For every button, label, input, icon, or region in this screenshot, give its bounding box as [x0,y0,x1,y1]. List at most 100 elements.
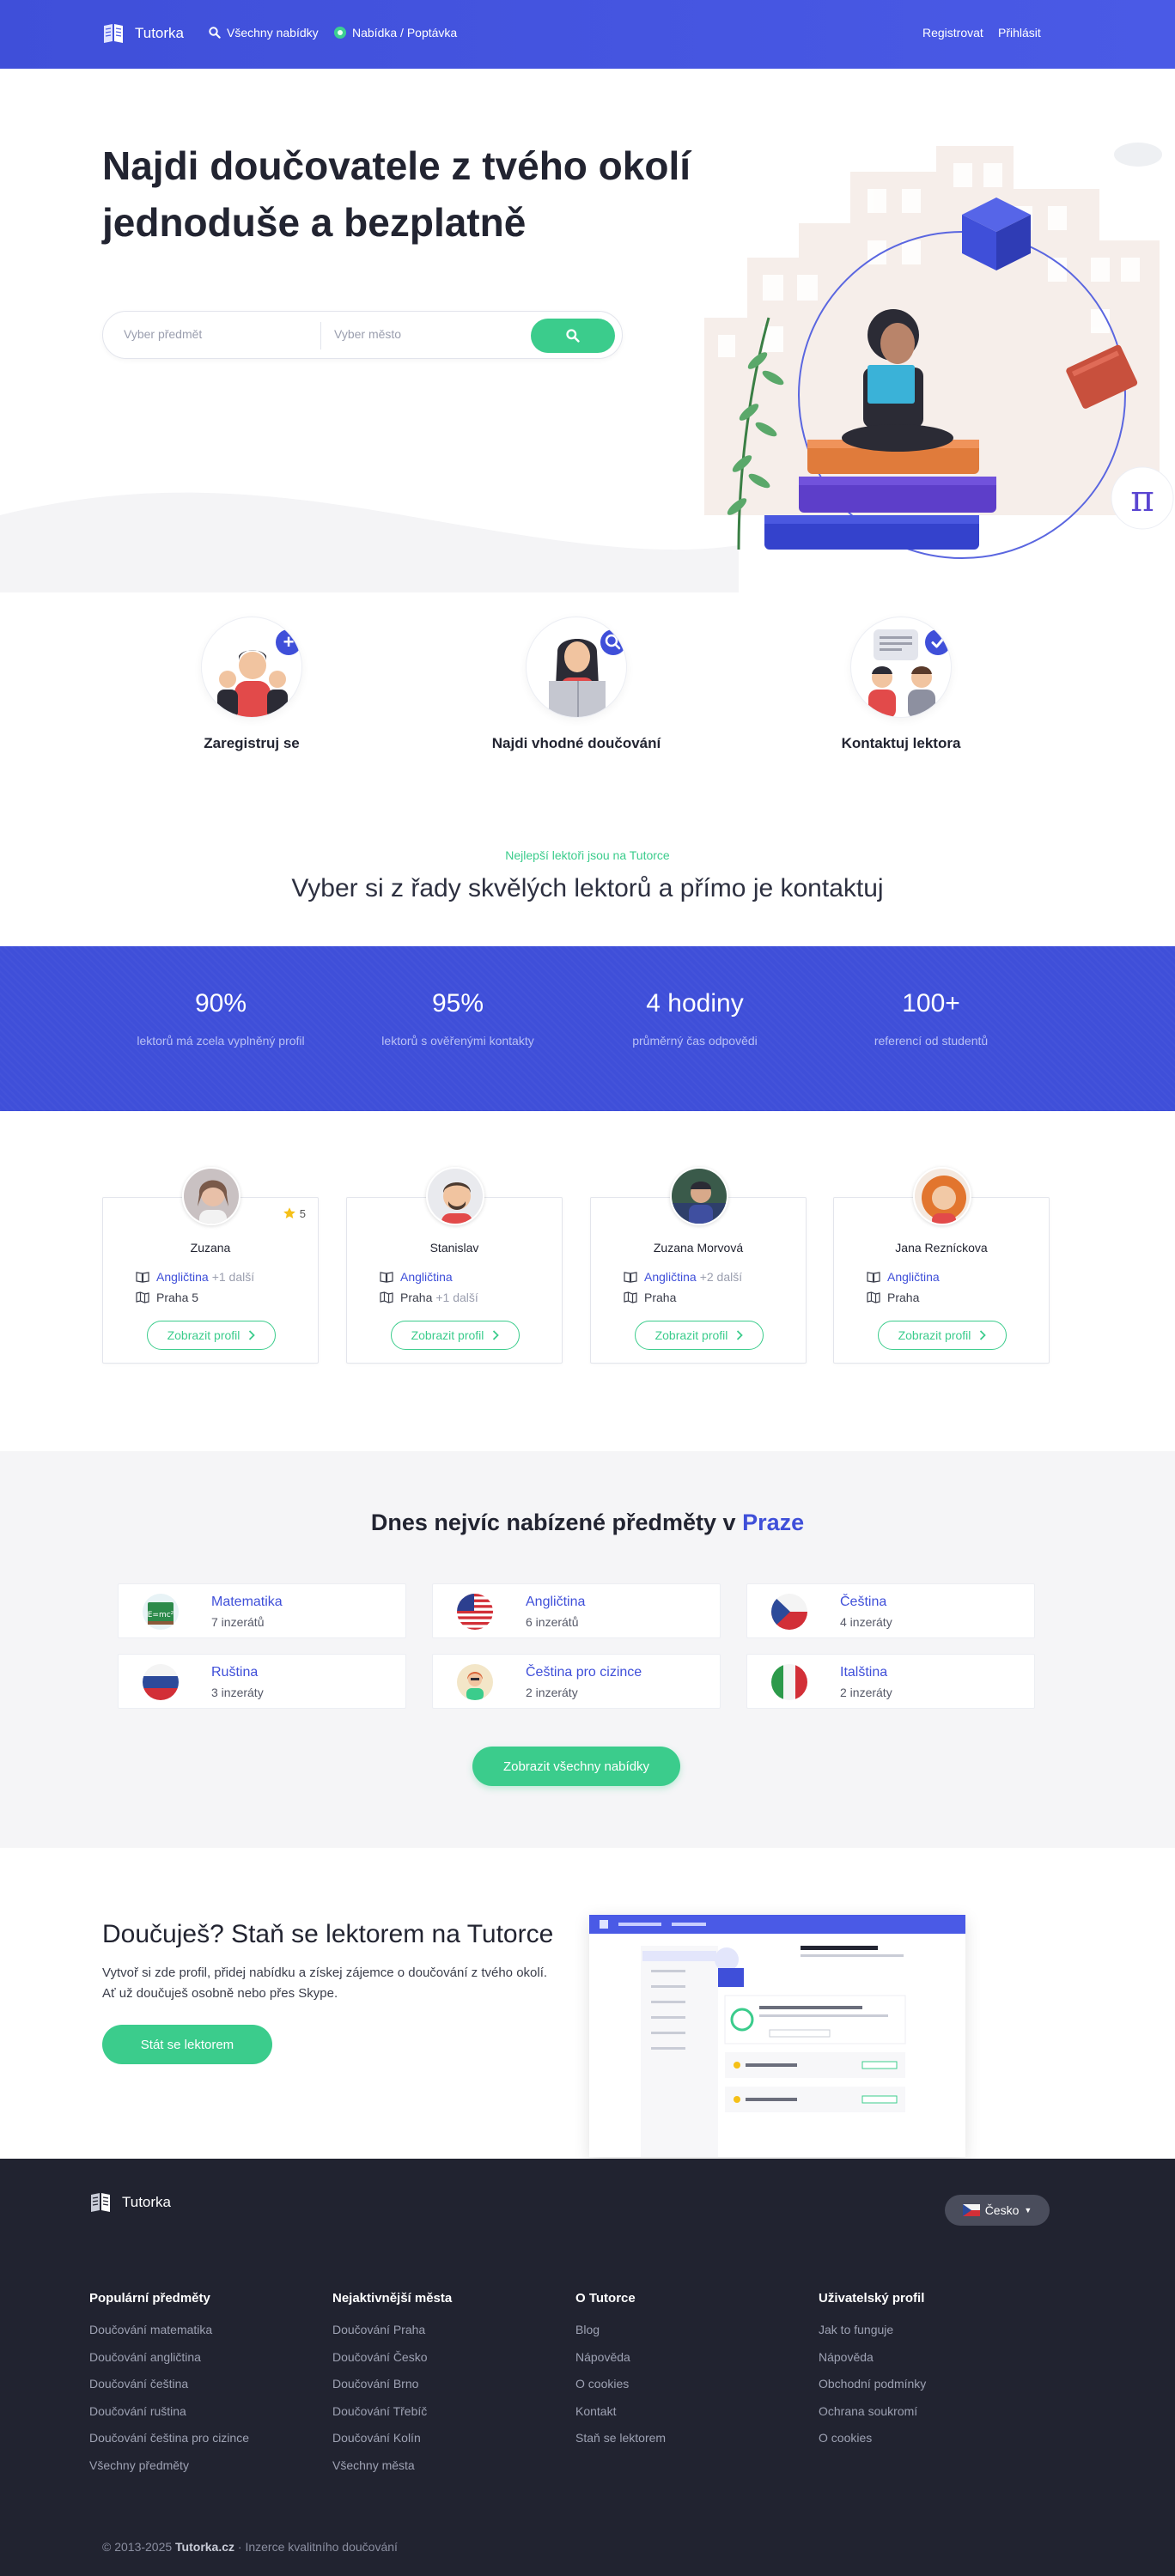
subject-item-anglictina[interactable]: Angličtina 6 inzerátů [432,1583,721,1638]
all-offers-link[interactable]: Všechny nabídky [209,26,319,39]
footer-link[interactable]: Obchodní podmínky [819,2377,926,2404]
footer-brand-name: Tutorka [122,2194,172,2210]
show-all-offers-button[interactable]: Zobrazit všechny nabídky [472,1747,680,1786]
footer-link[interactable]: Doučování Praha [332,2323,452,2350]
tutor-card[interactable]: Jana Rezníckova Angličtina Praha Zobrazi… [833,1167,1050,1364]
footer-link[interactable]: Staň se lektorem [575,2431,666,2458]
view-profile-button[interactable]: Zobrazit profil [878,1321,1007,1350]
it-flag-icon [771,1664,807,1700]
tutor-avatar[interactable] [670,1167,728,1225]
footer-column-profile: Uživatelský profil Jak to funguje Nápově… [819,2291,926,2458]
subject-item-cestina-pro-cizince[interactable]: Čeština pro cizince 2 inzeráty [432,1654,721,1709]
book-icon [136,1272,149,1283]
subject-count: 2 inzeráty [526,1686,578,1699]
subject-select[interactable]: Vyber předmět [124,327,202,341]
footer-link[interactable]: Doučování Brno [332,2377,452,2404]
footer-link[interactable]: Všechny města [332,2458,452,2486]
view-profile-button[interactable]: Zobrazit profil [147,1321,276,1350]
subject-name: Matematika [211,1595,283,1609]
tutor-city-more: +1 další [435,1291,478,1304]
language-label: Česko [984,2203,1020,2217]
stat-value: 95% [431,989,484,1018]
brand-logo-link[interactable]: Tutorka [102,22,184,45]
tutor-subject-more: +2 další [699,1270,743,1284]
footer-link[interactable]: Doučování ruština [89,2404,249,2432]
copyright-site-link[interactable]: Tutorka.cz [175,2540,234,2554]
map-icon [380,1291,393,1303]
footer-link[interactable]: Ochrana soukromí [819,2404,926,2432]
map-icon [136,1291,149,1303]
tutor-city-row: Praha +1 další [380,1291,478,1304]
step-contact-label: Kontaktuj lektora [841,735,961,751]
view-profile-button[interactable]: Zobrazit profil [635,1321,764,1350]
subject-item-italstina[interactable]: Italština 2 inzeráty [746,1654,1035,1709]
tutor-card[interactable]: 5 Zuzana Angličtina +1 další Praha 5 Zob… [102,1167,319,1364]
tutor-subject[interactable]: Angličtina [644,1270,697,1284]
footer-link[interactable]: Doučování matematika [89,2323,249,2350]
tutor-city-row: Praha [624,1291,679,1304]
login-link[interactable]: Přihlásit [998,26,1041,39]
stat-item: 95% lektorů s ověřenými kontakty [346,989,569,1048]
become-tutor-button[interactable]: Stát se lektorem [102,2025,272,2064]
book-icon [867,1272,880,1283]
footer-link[interactable]: Nápověda [819,2350,926,2378]
tutor-city-row: Praha [867,1291,922,1304]
footer-column-title: Nejaktivnější města [332,2291,453,2306]
ru-flag-icon [143,1664,179,1700]
footer-link[interactable]: Blog [575,2323,666,2350]
footer-link[interactable]: Doučování čeština [89,2377,249,2404]
footer-link[interactable]: Doučování Kolín [332,2431,452,2458]
preview-navbar [589,1915,965,1934]
stat-text: lektorů má zcela vyplněný profil [137,1034,305,1048]
footer-link[interactable]: Doučování Třebíč [332,2404,452,2432]
math-icon: E=mc² [143,1594,179,1630]
subject-count: 2 inzeráty [840,1686,892,1699]
footer-link[interactable]: Doučování čeština pro cizince [89,2431,249,2458]
tutor-city: Praha [887,1291,920,1304]
register-link[interactable]: Registrovat [922,26,983,39]
footer-link[interactable]: O cookies [575,2377,666,2404]
subject-count: 6 inzerátů [526,1615,579,1629]
stat-text: referencí od studentů [874,1034,989,1048]
footer-link[interactable]: Všechny předměty [89,2458,249,2486]
popular-title-city: Praze [742,1510,805,1535]
become-tutor-title: Doučuješ? Staň se lektorem na Tutorce [102,1920,554,1948]
tutor-subject[interactable]: Angličtina [400,1270,453,1284]
stat-item: 90% lektorů má zcela vyplněný profil [109,989,332,1048]
view-profile-button[interactable]: Zobrazit profil [391,1321,520,1350]
step-register: + Zaregistruj se [123,617,381,752]
brand-name: Tutorka [135,25,185,41]
tutor-subject[interactable]: Angličtina [887,1270,940,1284]
map-icon [867,1291,880,1303]
subject-item-rustina[interactable]: Ruština 3 inzeráty [118,1654,406,1709]
subject-item-cestina[interactable]: Čeština 4 inzeráty [746,1583,1035,1638]
footer-link[interactable]: Jak to funguje [819,2323,926,2350]
subject-name: Italština [840,1665,888,1680]
footer-link[interactable]: Kontakt [575,2404,666,2432]
footer-link[interactable]: O cookies [819,2431,926,2458]
tutor-card[interactable]: Zuzana Morvová Angličtina +2 další Praha… [590,1167,807,1364]
popular-subjects-title: Dnes nejvíc nabízené předměty v Praze [0,1510,1175,1536]
become-tutor-text: Vytvoř si zde profil, přidej nabídku a z… [102,1965,548,2001]
subject-item-matematika[interactable]: E=mc² Matematika 7 inzerátů [118,1583,406,1638]
offer-request-link[interactable]: Nabídka / Poptávka [334,26,457,39]
footer-link[interactable]: Doučování Česko [332,2350,452,2378]
stat-value: 100+ [902,989,960,1018]
tutor-avatar[interactable] [913,1167,971,1225]
tutor-card[interactable]: Stanislav Angličtina Praha +1 další Zobr… [346,1167,563,1364]
tutor-name: Zuzana Morvová [653,1241,744,1255]
footer-link[interactable]: Doučování angličtina [89,2350,249,2378]
view-profile-label: Zobrazit profil [167,1328,240,1342]
footer-brand-link[interactable]: Tutorka [89,2191,171,2214]
tutor-avatar[interactable] [182,1167,240,1225]
tutor-subject[interactable]: Angličtina [156,1270,209,1284]
search-divider [320,322,321,349]
language-dropdown[interactable]: Česko ▼ [945,2195,1050,2226]
map-icon [624,1291,637,1303]
offer-request-label: Nabídka / Poptávka [352,26,458,39]
search-button[interactable] [531,319,615,353]
footer-link[interactable]: Nápověda [575,2350,666,2378]
tutor-avatar[interactable] [426,1167,484,1225]
city-select[interactable]: Vyber město [334,327,401,341]
chevron-right-icon [493,1330,500,1340]
